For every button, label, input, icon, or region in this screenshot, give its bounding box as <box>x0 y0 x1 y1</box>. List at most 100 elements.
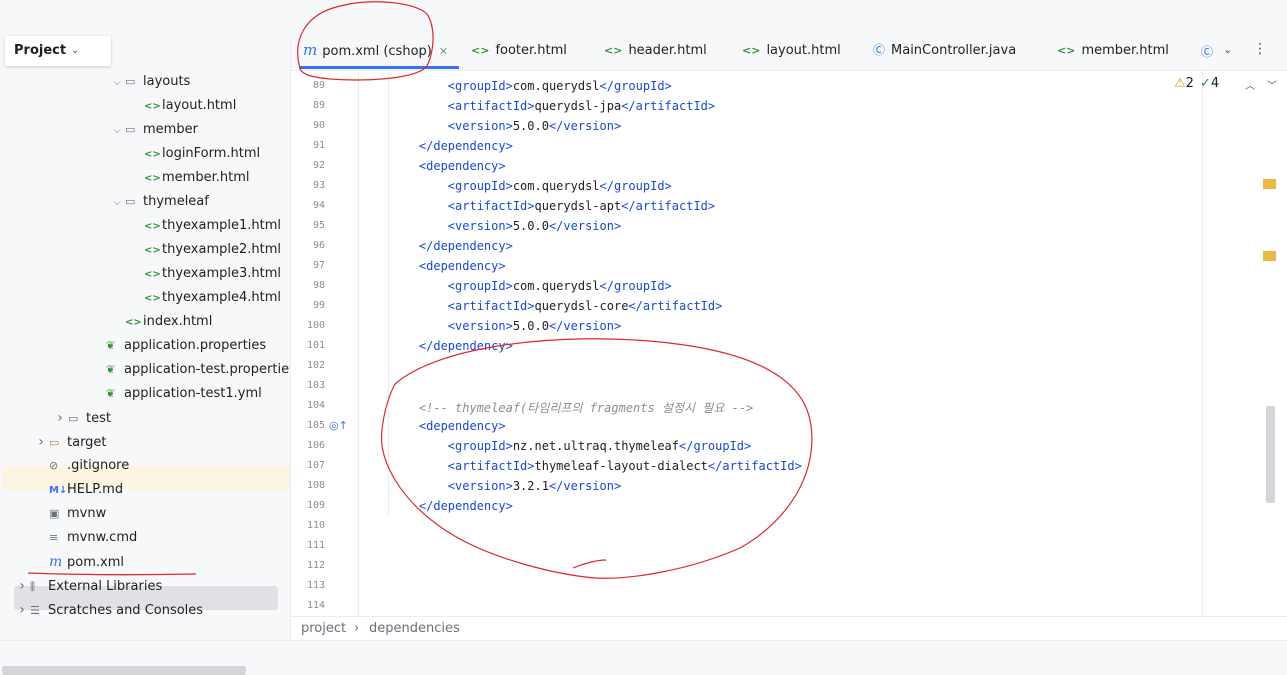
tree-item[interactable]: ❦ application-test.propertie <box>106 358 289 382</box>
warning-marker[interactable] <box>1263 251 1276 261</box>
tree-item-label: .gitignore <box>67 458 130 473</box>
vertical-scrollbar[interactable] <box>1266 406 1275 503</box>
tree-item-label: thyexample4.html <box>162 290 281 305</box>
tree-item[interactable]: <>index.html <box>125 310 212 334</box>
line-number: 92 <box>312 160 325 171</box>
code-line: <!-- thymeleaf(타임리프의 fragments 설정시 필요 --… <box>418 401 754 415</box>
tab-label: member.html <box>1081 43 1169 58</box>
code-line: <dependency> <box>418 419 506 433</box>
breadcrumb-item-project[interactable]: project <box>301 617 346 641</box>
implemented-icon[interactable]: ◎↑ <box>329 419 348 432</box>
line-number: 93 <box>312 180 325 191</box>
breadcrumb: project › dependencies <box>291 616 1287 641</box>
chevron-right-icon[interactable]: › <box>52 406 68 430</box>
line-number: 101 <box>306 340 325 351</box>
code-line: <artifactId>querydsl-jpa</artifactId> <box>447 99 716 113</box>
close-icon[interactable]: ✕ <box>439 45 448 58</box>
line-number: 104 <box>306 400 325 411</box>
warning-count: 2 <box>1185 76 1194 91</box>
tree-item[interactable]: ≡ mvnw.cmd <box>49 526 137 550</box>
chevron-down-icon[interactable]: ⌵ <box>109 119 125 143</box>
tree-item[interactable]: ⌵ ▭ member <box>109 118 198 142</box>
tree-item[interactable]: <>loginForm.html <box>144 142 260 166</box>
tree-item[interactable]: <>thyexample4.html <box>144 286 281 310</box>
tree-item[interactable]: › ☰ Scratches and Consoles <box>14 598 203 622</box>
tree-item-label: application.properties <box>124 338 267 353</box>
warning-marker[interactable] <box>1263 179 1276 189</box>
tree-item-label: target <box>67 435 107 450</box>
inspection-widget[interactable]: ⚠2 ✓4 <box>1174 76 1219 91</box>
chevron-down-icon[interactable]: ﹀ <box>1267 77 1277 92</box>
tree-item[interactable]: › ⫼ External Libraries <box>14 574 162 598</box>
tree-item[interactable]: m pom.xml <box>49 550 124 574</box>
tab-label: MainController.java <box>891 43 1017 58</box>
tree-item[interactable]: <>thyexample2.html <box>144 238 281 262</box>
line-number: 114 <box>306 600 325 611</box>
spring-config-icon: ❦ <box>106 339 116 352</box>
terminal-icon: ▣ <box>49 507 60 520</box>
chevron-down-icon[interactable]: ⌵ <box>109 191 125 215</box>
tab-member-html[interactable]: <> member.html <box>1057 36 1169 70</box>
chevron-up-icon[interactable]: ︿ <box>1245 77 1255 92</box>
class-icon[interactable]: Ⓒ <box>1201 43 1213 60</box>
horizontal-scrollbar[interactable] <box>2 666 246 675</box>
indent-guide <box>388 71 389 516</box>
tree-item[interactable]: ❦ application-test1.yml <box>106 382 262 406</box>
line-number: 107 <box>306 460 325 471</box>
line-number: 113 <box>306 580 325 591</box>
gutter-separator <box>358 71 359 616</box>
tree-item[interactable]: <>thyexample1.html <box>144 214 281 238</box>
tree-item-label: member.html <box>162 170 250 185</box>
ok-count: 4 <box>1210 76 1220 91</box>
tree-item-label: application-test.propertie <box>124 362 290 377</box>
tree-item-label: application-test1.yml <box>124 386 262 401</box>
more-vertical-icon[interactable]: ⋮ <box>1253 41 1267 57</box>
line-number: 98 <box>312 280 325 291</box>
html-icon: <> <box>144 269 161 280</box>
tree-item[interactable]: ⊘ .gitignore <box>49 454 129 478</box>
check-icon: ✓ <box>1199 76 1211 91</box>
line-number: 95 <box>312 220 325 231</box>
tree-item[interactable]: › ▭ target <box>33 430 107 454</box>
tab-label: footer.html <box>495 43 567 58</box>
target-row-highlight <box>2 466 290 490</box>
tree-item[interactable]: ▣ mvnw <box>49 502 106 526</box>
spring-config-icon: ❦ <box>106 363 116 376</box>
project-view-selector[interactable]: Project ⌄ <box>5 36 111 66</box>
maven-icon: m <box>303 41 318 59</box>
code-line: <version>5.0.0</version> <box>447 319 622 333</box>
tree-item[interactable]: <>member.html <box>144 166 249 190</box>
code-line: </dependency> <box>418 239 513 253</box>
chevron-right-icon[interactable]: › <box>14 574 30 598</box>
class-icon: Ⓒ <box>873 43 886 57</box>
line-number: 89 <box>312 80 325 91</box>
code-editor[interactable]: 89 <groupId>com.querydsl</groupId> 89 <ar… <box>291 71 1287 616</box>
tree-item[interactable]: <>layout.html <box>144 94 236 118</box>
html-icon: <> <box>125 317 142 328</box>
tab-pom-xml[interactable]: m pom.xml (cshop) ✕ <box>299 36 459 70</box>
tree-item[interactable]: › ▭ test <box>52 406 111 430</box>
tab-footer-html[interactable]: <> footer.html <box>471 36 567 70</box>
code-line: <version>5.0.0</version> <box>447 219 622 233</box>
chevron-right-icon[interactable]: › <box>14 598 30 622</box>
breadcrumb-item-dependencies[interactable]: dependencies <box>369 617 460 641</box>
chevron-down-icon[interactable]: ⌄ <box>1223 43 1232 56</box>
html-icon: <> <box>1057 44 1076 57</box>
warning-icon: ⚠ <box>1174 76 1186 91</box>
tree-item[interactable]: ⌵ ▭ layouts <box>109 70 190 94</box>
chevron-down-icon[interactable]: ⌵ <box>109 71 125 95</box>
tree-item[interactable]: <>thyexample3.html <box>144 262 281 286</box>
code-line: <version>5.0.0</version> <box>447 119 622 133</box>
html-icon: <> <box>144 293 161 304</box>
tree-item[interactable]: M↓HELP.md <box>49 478 123 502</box>
chevron-right-icon[interactable]: › <box>33 430 49 454</box>
tree-item-label: pom.xml <box>67 555 124 570</box>
tab-header-html[interactable]: <> header.html <box>604 36 707 70</box>
tab-maincontroller-java[interactable]: Ⓒ MainController.java <box>873 36 1016 70</box>
tree-item[interactable]: ❦ application.properties <box>106 334 266 358</box>
folder-icon: ▭ <box>68 412 79 425</box>
tree-item-label: layout.html <box>162 98 237 113</box>
tree-item[interactable]: ⌵ ▭ thymeleaf <box>109 190 209 214</box>
tab-label: header.html <box>628 43 707 58</box>
tab-layout-html[interactable]: <> layout.html <box>742 36 841 70</box>
